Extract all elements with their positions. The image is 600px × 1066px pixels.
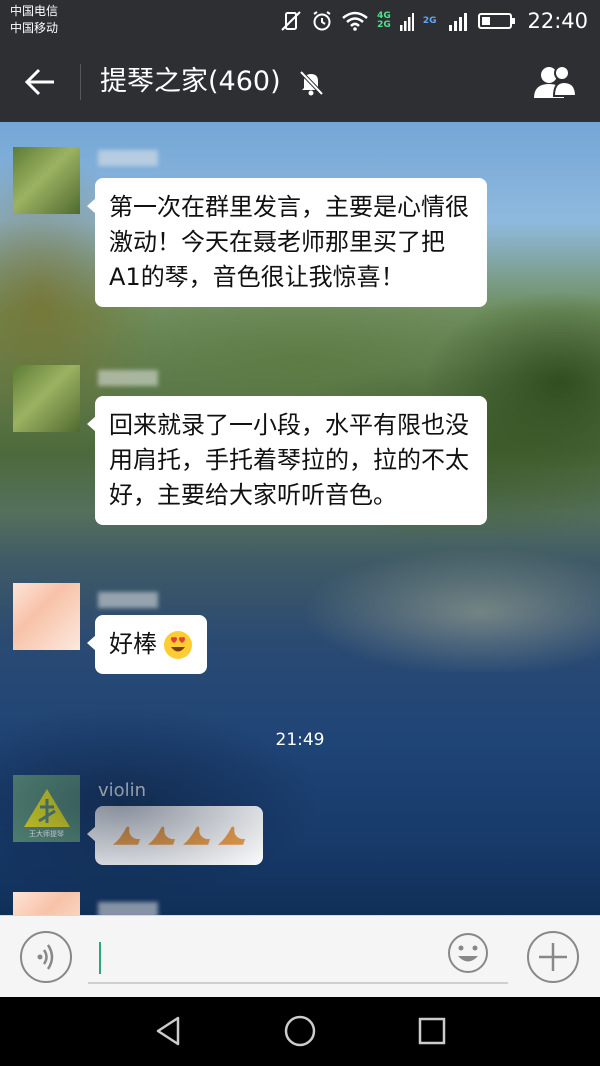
input-bar: [0, 915, 600, 997]
battery-icon: [478, 13, 516, 29]
network-type-1: 4G 2G: [377, 12, 391, 30]
network-2g-label: 2G: [377, 20, 391, 30]
plus-icon: [539, 943, 567, 971]
triangle-back-icon: [156, 1016, 180, 1046]
vibrate-off-icon: [281, 11, 301, 31]
network-2g-label-2: 2G: [422, 15, 437, 26]
more-options-button[interactable]: [527, 931, 579, 983]
arrow-left-icon: [24, 68, 54, 96]
violin-avatar[interactable]: 王大师提琴: [13, 775, 80, 842]
title-bar: 提琴之家(460): [0, 42, 600, 122]
nav-back-button[interactable]: [150, 1013, 186, 1049]
sender-avatar[interactable]: [13, 147, 80, 214]
praying-hands-icon: [147, 826, 176, 845]
voice-icon: [37, 944, 54, 970]
praying-hands-icon: [112, 826, 141, 845]
message-text: 第一次在群里发言，主要是心情很激动！今天在聂老师那里买了把A1的琴，音色很让我惊…: [109, 193, 469, 291]
heart-eyes-emoji-icon: [164, 631, 192, 659]
message-timestamp: 21:49: [275, 730, 325, 750]
sender-avatar[interactable]: [13, 583, 80, 650]
sender-avatar[interactable]: [13, 892, 80, 915]
alarm-icon: [313, 11, 331, 31]
mute-bell-icon: [299, 70, 324, 96]
group-icon: [534, 65, 578, 98]
chat-area[interactable]: 第一次在群里发言，主要是心情很激动！今天在聂老师那里买了把A1的琴，音色很让我惊…: [0, 122, 600, 915]
chat-title: 提琴之家(460): [100, 66, 281, 97]
message-text: 好棒: [109, 630, 157, 658]
nav-recents-button[interactable]: [414, 1013, 450, 1049]
smiley-icon: [448, 933, 488, 973]
carriers: 中国电信 中国移动: [10, 3, 58, 37]
voice-input-button[interactable]: [20, 931, 72, 983]
group-members-button[interactable]: [532, 64, 578, 104]
square-recents-icon: [418, 1017, 446, 1045]
message-bubble[interactable]: 回来就录了一小段，水平有限也没用肩托，手托着琴拉的，拉的不太好，主要给大家听听音…: [87, 396, 487, 525]
sender-name-blurred: [98, 902, 158, 915]
message-text: 回来就录了一小段，水平有限也没用肩托，手托着琴拉的，拉的不太好，主要给大家听听音…: [109, 411, 469, 509]
message-input[interactable]: [88, 930, 508, 984]
emoji-button[interactable]: [446, 931, 490, 975]
status-time: 22:40: [527, 9, 588, 33]
navigation-bar: [0, 997, 600, 1066]
message-bubble[interactable]: 好棒: [87, 615, 207, 674]
carrier-2: 中国移动: [10, 21, 59, 35]
wifi-icon: [342, 11, 368, 31]
network-type-2: 2G: [422, 15, 437, 26]
circle-home-icon: [284, 1015, 316, 1047]
message-bubble[interactable]: [87, 806, 263, 865]
praying-hands-icon: [182, 826, 211, 845]
message-bubble[interactable]: 第一次在群里发言，主要是心情很激动！今天在聂老师那里买了把A1的琴，音色很让我惊…: [87, 178, 487, 307]
yellow-triangle-logo-icon: [23, 788, 70, 827]
text-caret: [99, 942, 101, 974]
sender-name-blurred: [98, 592, 158, 608]
nav-home-button[interactable]: [282, 1013, 318, 1049]
praying-hands-icon: [217, 826, 246, 845]
carrier-1: 中国电信: [10, 4, 59, 18]
title-divider: [80, 64, 81, 100]
sender-name: violin: [98, 780, 147, 801]
signal-icon-1: [399, 13, 414, 31]
sender-avatar[interactable]: [13, 365, 80, 432]
violin-avatar-caption: 王大师提琴: [29, 830, 64, 838]
praying-hands-group: [111, 818, 247, 853]
sender-name-blurred: [98, 150, 158, 166]
signal-icon-2: [449, 13, 468, 31]
back-button[interactable]: [22, 64, 58, 100]
sender-name-blurred: [98, 370, 158, 386]
status-bar: 中国电信 中国移动 4G 2G 2G 22:40: [0, 0, 600, 42]
